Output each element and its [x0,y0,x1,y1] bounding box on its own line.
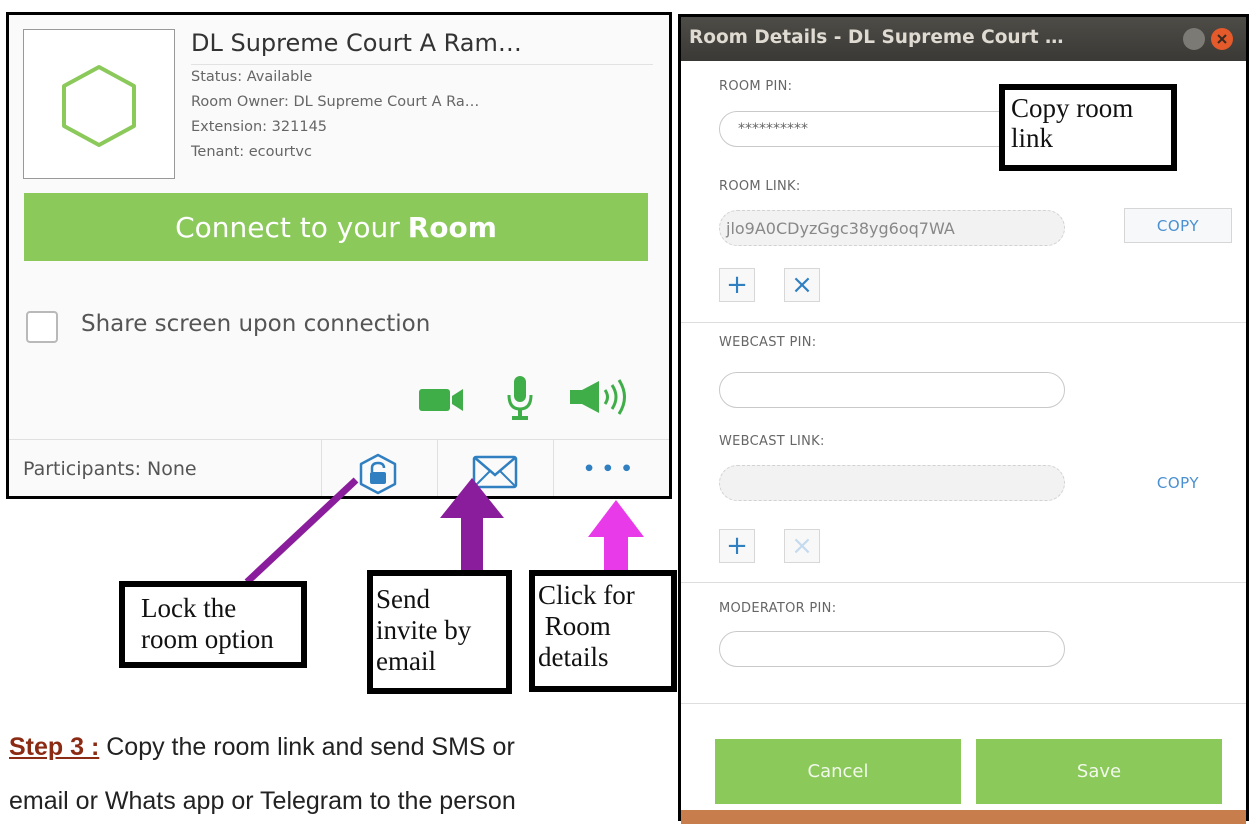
annotation-line: room option [141,624,274,655]
add-pin-button[interactable]: + [719,268,755,302]
email-invite-icon[interactable] [472,455,518,489]
room-status: Status: Available [191,69,313,85]
room-avatar [23,29,175,179]
dialog-title: Room Details - DL Supreme Court … [689,27,1064,48]
divider [553,439,554,496]
room-pin-label: ROOM PIN: [719,79,793,94]
room-extension: Extension: 321145 [191,119,328,135]
connect-label: Connect to your [175,210,400,244]
room-link-input[interactable]: jlo9A0CDyzGgc38yg6oq7WA [719,210,1065,246]
moderator-pin-input[interactable] [719,631,1065,667]
participants-count: Participants: None [23,458,197,480]
save-button[interactable]: Save [976,739,1222,804]
minimize-icon[interactable] [1183,28,1205,50]
annotation-line: email [376,646,436,677]
annotation-line: Room [538,611,611,642]
webcast-link-input[interactable] [719,465,1065,501]
step-label: Step 3 : [9,733,100,761]
divider [9,439,669,440]
add-webcast-pin-button[interactable]: + [719,529,755,563]
room-card: DL Supreme Court A Ram… Status: Availabl… [6,12,672,499]
speaker-icon[interactable] [569,379,631,415]
room-title: DL Supreme Court A Ram… [191,29,522,57]
webcast-pin-input[interactable] [719,372,1065,408]
step-instruction-line-2: email or Whats app or Telegram to the pe… [9,787,516,815]
divider [437,439,438,496]
room-tenant: Tenant: ecourtvc [191,144,312,160]
share-screen-label: Share screen upon connection [81,311,431,337]
divider [191,64,653,65]
divider [681,322,1246,323]
moderator-pin-label: MODERATOR PIN: [719,601,837,616]
divider [681,582,1246,583]
copy-link-annotation: Copy room link [999,84,1177,171]
dialog-titlebar: Room Details - DL Supreme Court … [681,17,1246,61]
send-invite-annotation: Send invite by email [367,570,512,694]
divider [321,439,322,496]
annotation-line: invite by [376,615,472,646]
remove-pin-button[interactable]: × [784,268,820,302]
hexagon-icon [62,65,136,147]
connect-label-bold: Room [407,210,497,244]
step-text: Copy the room link and send SMS or [99,733,515,761]
step-instruction-line-1: Step 3 : Copy the room link and send SMS… [9,733,669,762]
room-owner: Room Owner: DL Supreme Court A Ra… [191,94,480,110]
webcast-pin-label: WEBCAST PIN: [719,335,817,350]
copy-webcast-link-button[interactable]: COPY [1124,465,1232,500]
window-bottom-strip [681,810,1246,824]
room-link-label: ROOM LINK: [719,179,801,194]
divider [681,703,1246,704]
microphone-icon[interactable] [506,375,534,421]
more-options-icon[interactable]: • • • [583,458,633,480]
cancel-button[interactable]: Cancel [715,739,961,804]
share-screen-checkbox[interactable] [26,311,58,343]
room-details-arrow [588,500,644,576]
close-icon[interactable] [1211,28,1233,50]
annotation-line: Click for [538,580,635,610]
annotation-line: Send [376,584,430,614]
camera-icon[interactable] [418,387,464,413]
annotation-line: Copy room [1011,93,1134,123]
remove-webcast-pin-button[interactable]: × [784,529,820,563]
annotation-line: details [538,642,609,673]
connect-room-button[interactable]: Connect to your Room [24,193,648,261]
room-details-annotation: Click for Room details [529,570,677,692]
lock-room-icon[interactable] [357,453,399,495]
lock-room-annotation: Lock the room option [119,581,307,668]
copy-room-link-button[interactable]: COPY [1124,208,1232,243]
annotation-line: link [1011,122,1054,153]
webcast-link-label: WEBCAST LINK: [719,434,825,449]
annotation-line: Lock the [141,593,237,623]
